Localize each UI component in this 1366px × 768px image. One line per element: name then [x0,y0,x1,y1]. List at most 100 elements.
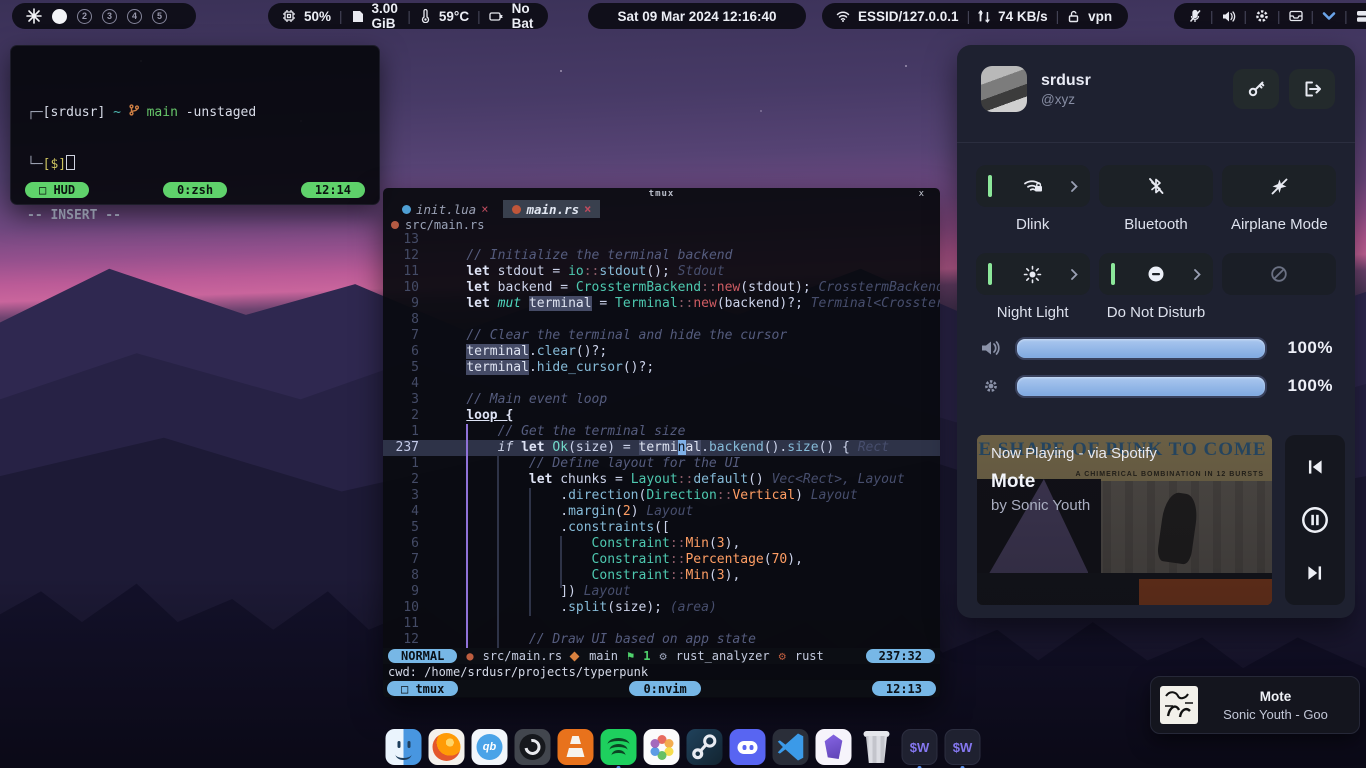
tmux-session-pill[interactable]: □ tmux [387,681,458,696]
toggle-blocked[interactable] [1222,253,1336,295]
line-number: 7 [383,552,419,568]
close-button[interactable]: x [919,189,924,199]
workspace-5[interactable]: 5 [152,9,167,24]
close-tab-icon[interactable]: × [584,202,591,216]
desktop: 2 3 4 5 50% | 3.00 GiB | [0,0,1366,768]
code-line[interactable]: 12 // Initialize the terminal backend [383,248,940,264]
previous-icon[interactable] [1304,456,1326,478]
separator: | [1311,9,1315,24]
sun-icon [1023,265,1042,284]
vpn-label: vpn [1088,9,1112,24]
battery-x-icon [489,10,504,22]
code-line[interactable]: 4 [383,376,940,392]
dock-item-discord[interactable] [730,729,766,765]
dock-item-obsidian[interactable] [816,729,852,765]
toggle-bluetooth[interactable] [1099,165,1213,207]
statusline-branch: main [589,649,618,663]
toggle-airplane-mode[interactable] [1222,165,1336,207]
code-line[interactable]: 9 let mut terminal = Terminal::new(backe… [383,296,940,312]
clock: Sat 09 Mar 2024 12:16:40 [617,9,776,24]
line-number: 9 [383,584,419,600]
dock-item-trash[interactable] [859,729,895,765]
chevron-down-icon[interactable] [1322,11,1336,21]
workspace-2[interactable]: 2 [77,9,92,24]
line-content: let chunks = Layout::default() Vec<Rect>… [419,472,905,488]
workspaces-pill: 2 3 4 5 [12,3,196,29]
dock-item-firefox[interactable] [429,729,465,765]
code-line[interactable]: 3 // Main event loop [383,392,940,408]
brightness-slider[interactable] [1015,375,1267,398]
chevron-right-icon[interactable] [1071,179,1078,197]
tmux-session-pill[interactable]: □ HUD [25,182,89,198]
vim-mode-pill: NORMAL [388,649,457,663]
volume-icon[interactable] [1222,10,1236,23]
dock-item-spotify[interactable] [601,729,637,765]
dock-item-obs[interactable] [515,729,551,765]
toggle-do-not-disturb[interactable] [1099,253,1213,295]
cpu-icon [282,9,296,23]
dock-item-steam[interactable] [687,729,723,765]
dock-item-sw-1[interactable]: $W [902,729,938,765]
chevron-right-icon[interactable] [1194,267,1201,285]
line-content [419,616,435,632]
inbox-icon[interactable] [1289,10,1303,22]
separator: | [1210,9,1214,24]
asterisk-logo-icon[interactable] [26,8,42,24]
chevron-right-icon[interactable] [1071,267,1078,285]
tab-main-rs[interactable]: main.rs × [503,200,600,218]
code-line[interactable]: 11 let stdout = io::stdout(); Stdout [383,264,940,280]
workspace-3[interactable]: 3 [102,9,117,24]
cursor-position-pill: 237:32 [866,649,935,663]
volume-slider[interactable] [1015,337,1267,360]
terminal-window[interactable]: ┌─[srdusr] ~ main -unstaged └─[$] -- INS… [10,45,380,205]
code-line[interactable]: 5 terminal.hide_cursor()?; [383,360,940,376]
editor-tabs: init.lua × main.rs × [383,200,940,218]
gear-icon[interactable] [1255,9,1269,23]
code-area[interactable]: 1312 // Initialize the terminal backend1… [383,232,940,648]
dock-item-vlc[interactable] [558,729,594,765]
notification-toast[interactable]: Mote Sonic Youth - Goo [1150,676,1360,734]
line-number: 237 [383,440,419,456]
close-tab-icon[interactable]: × [481,202,488,216]
media-controls [1285,435,1345,605]
tmux-window-pill[interactable]: 0:zsh [163,182,227,198]
tmux-window-pill[interactable]: 0:nvim [629,681,700,696]
clock-pill[interactable]: Sat 09 Mar 2024 12:16:40 [588,3,806,29]
dock-item-qbittorrent[interactable]: qb [472,729,508,765]
vi-mode-indicator: -- INSERT -- [27,207,363,224]
editor-window[interactable]: tmux x init.lua × main.rs × src/main.rs [383,188,940,698]
dock-item-file-manager[interactable] [386,729,422,765]
line-number: 1 [383,456,419,472]
lock-keys-button[interactable] [1233,69,1279,109]
album-art-card[interactable]: THE SHAPE OF PUNK TO COME A CHIMERICAL B… [977,435,1272,605]
next-icon[interactable] [1304,562,1326,584]
code-line[interactable]: 7 // Clear the terminal and hide the cur… [383,328,940,344]
dock-item-vscode[interactable] [773,729,809,765]
code-line[interactable]: 13 [383,232,940,248]
statusline: NORMAL ● src/main.rs main ⚑ 1 ⚙ rust_ana… [383,648,940,664]
code-line[interactable]: 6 terminal.clear()?; [383,344,940,360]
sw-app-icon: $W [945,729,981,765]
dock-item-photos[interactable] [644,729,680,765]
mic-muted-icon[interactable] [1188,9,1202,23]
separator: | [1056,9,1060,24]
tab-init-lua[interactable]: init.lua × [393,200,497,218]
qbittorrent-icon: qb [472,729,508,765]
dock-item-sw-2[interactable]: $W [945,729,981,765]
volume-value: 100% [1281,338,1333,358]
code-line[interactable]: 2 loop { [383,408,940,424]
pause-icon[interactable] [1300,505,1330,535]
code-line[interactable]: 10 let backend = CrosstermBackend::new(s… [383,280,940,296]
line-content: if let Ok(size) = terminal.backend().siz… [419,440,889,456]
stack-icon[interactable] [1356,10,1366,23]
photos-icon [644,729,680,765]
toggle-wifi-dlink[interactable] [976,165,1090,207]
logout-button[interactable] [1289,69,1335,109]
workspace-1-active[interactable] [52,9,67,24]
active-indicator [988,175,992,197]
brightness-slider-row: 100% [981,373,1333,399]
toggle-night-light[interactable] [976,253,1090,295]
workspace-4[interactable]: 4 [127,9,142,24]
code-line[interactable]: 8 [383,312,940,328]
network-speed: 74 KB/s [998,9,1048,24]
